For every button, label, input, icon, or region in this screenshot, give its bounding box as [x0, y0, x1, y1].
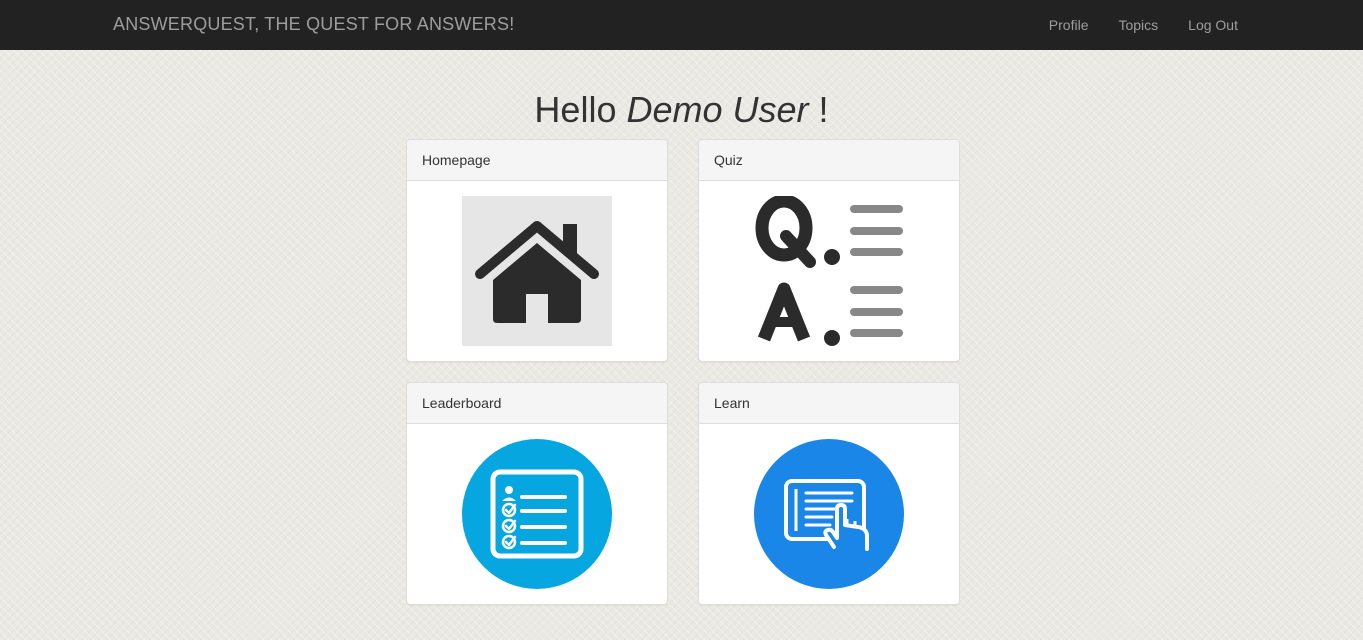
- nav-topics-link[interactable]: Topics: [1103, 0, 1173, 50]
- house-icon[interactable]: [462, 196, 612, 346]
- nav-profile-link[interactable]: Profile: [1034, 0, 1104, 50]
- top-navbar: ANSWERQUEST, THE QUEST FOR ANSWERS! Prof…: [0, 0, 1363, 50]
- nav-links: Profile Topics Log Out: [1034, 0, 1253, 50]
- homepage-card[interactable]: Homepage: [406, 139, 668, 362]
- greeting-heading: Hello Demo User !: [0, 88, 1363, 132]
- question-answer-icon[interactable]: [754, 196, 904, 346]
- greeting-suffix: !: [818, 89, 829, 130]
- leaderboard-card[interactable]: Leaderboard: [406, 382, 668, 605]
- learn-card[interactable]: Learn: [698, 382, 960, 605]
- quiz-card[interactable]: Quiz: [698, 139, 960, 362]
- leaderboard-card-body: [407, 424, 667, 604]
- leaderboard-card-title: Leaderboard: [407, 383, 667, 424]
- quiz-card-body: [699, 181, 959, 361]
- greeting-prefix: Hello: [534, 89, 617, 130]
- checklist-icon[interactable]: [462, 439, 612, 589]
- tablet-touch-icon[interactable]: [754, 439, 904, 589]
- learn-card-title: Learn: [699, 383, 959, 424]
- homepage-card-body: [407, 181, 667, 361]
- learn-card-body: [699, 424, 959, 604]
- quiz-card-title: Quiz: [699, 140, 959, 181]
- nav-logout-link[interactable]: Log Out: [1173, 0, 1253, 50]
- greeting-user-name: Demo User: [626, 89, 809, 130]
- homepage-card-title: Homepage: [407, 140, 667, 181]
- brand-link[interactable]: ANSWERQUEST, THE QUEST FOR ANSWERS!: [113, 14, 514, 35]
